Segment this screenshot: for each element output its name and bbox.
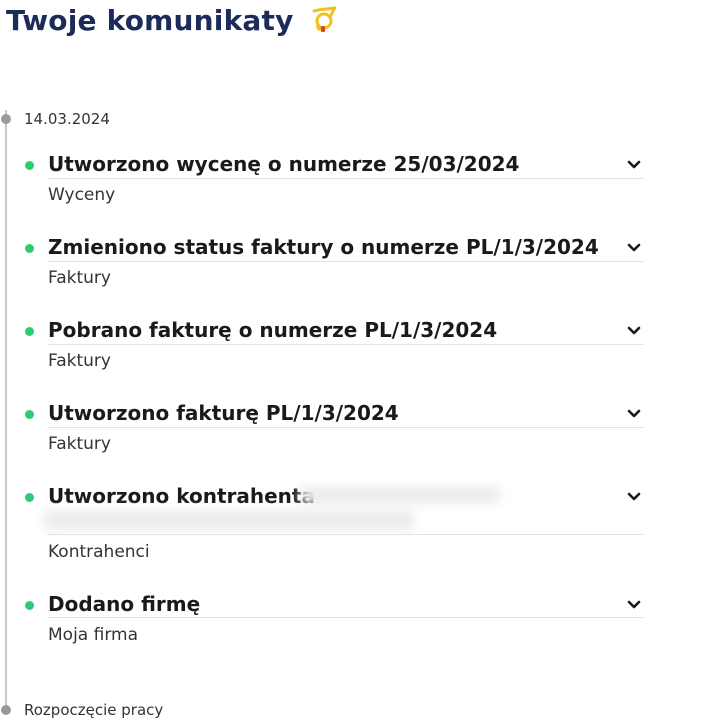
timeline-end-label: Rozpoczęcie pracy (24, 701, 164, 719)
timeline-node-end (1, 705, 11, 715)
divider (48, 427, 644, 428)
status-dot (25, 601, 34, 610)
divider (48, 534, 644, 535)
message-title: Pobrano fakturę o numerze PL/1/3/2024 (48, 318, 498, 342)
message-category: Kontrahenci (48, 542, 150, 562)
chevron-down-icon[interactable] (626, 240, 642, 256)
timeline-line (5, 110, 7, 710)
message-title: Zmieniono status faktury o numerze PL/1/… (48, 235, 599, 259)
chevron-down-icon[interactable] (626, 323, 642, 339)
message-title: Utworzono kontrahenta (48, 484, 315, 508)
chevron-down-icon[interactable] (626, 157, 642, 173)
page-header: Twoje komunikaty (6, 0, 338, 40)
chevron-down-icon[interactable] (626, 597, 642, 613)
status-dot (25, 493, 34, 502)
message-title: Utworzono fakturę PL/1/3/2024 (48, 401, 399, 425)
divider (48, 617, 644, 618)
timeline-node-start (1, 114, 11, 124)
message-category: Moja firma (48, 625, 138, 645)
message-category: Faktury (48, 268, 111, 288)
divider (48, 261, 644, 262)
chevron-down-icon[interactable] (626, 406, 642, 422)
timeline-date-label: 14.03.2024 (24, 110, 110, 128)
status-dot (25, 410, 34, 419)
chevron-down-icon[interactable] (626, 489, 642, 505)
page-title: Twoje komunikaty (6, 3, 294, 37)
divider (48, 178, 644, 179)
message-title: Utworzono wycenę o numerze 25/03/2024 (48, 152, 520, 176)
divider (48, 344, 644, 345)
message-title: Dodano firmę (48, 592, 201, 616)
status-dot (25, 244, 34, 253)
status-dot (25, 161, 34, 170)
message-category: Wyceny (48, 185, 116, 205)
message-category: Faktury (48, 434, 111, 454)
redacted-text (44, 510, 414, 530)
redacted-text (300, 486, 500, 504)
message-category: Faktury (48, 351, 111, 371)
status-dot (25, 327, 34, 336)
post-horn-icon (310, 5, 338, 35)
